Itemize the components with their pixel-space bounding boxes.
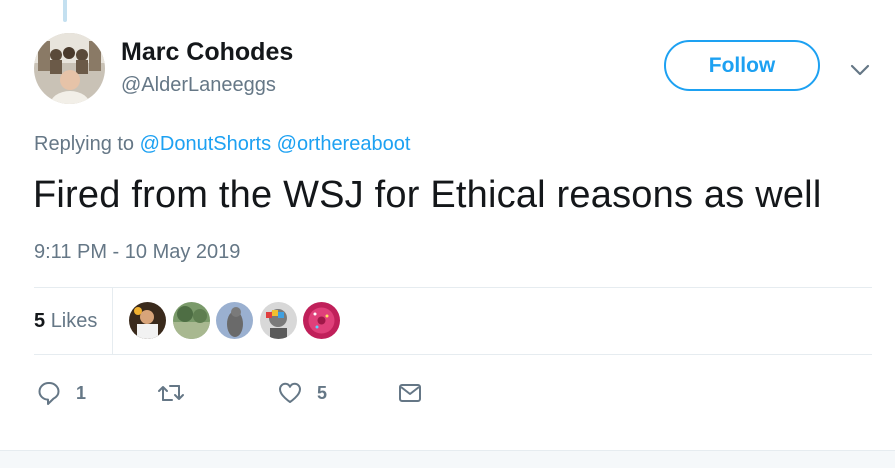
divider: [34, 354, 872, 355]
follow-button[interactable]: Follow: [664, 40, 820, 91]
likes-label: Likes: [50, 310, 98, 332]
stat-separator: [112, 288, 113, 354]
mention-link[interactable]: @orthereaboot: [277, 133, 411, 155]
heart-icon: [277, 380, 303, 406]
author-name[interactable]: Marc Cohodes: [121, 38, 293, 67]
liker-avatar[interactable]: [260, 302, 297, 339]
chevron-down-icon[interactable]: [848, 58, 872, 82]
tweet-timestamp[interactable]: 9:11 PM - 10 May 2019: [34, 241, 240, 264]
mention-link[interactable]: @DonutShorts: [140, 133, 271, 155]
liker-avatar[interactable]: [173, 302, 210, 339]
footer-bar: [0, 450, 895, 468]
like-button[interactable]: 5: [277, 379, 327, 407]
envelope-icon: [397, 380, 423, 406]
direct-message-button[interactable]: [397, 379, 423, 407]
reply-icon: [36, 380, 62, 406]
thread-connector-line: [63, 0, 67, 22]
author-handle[interactable]: @AlderLaneeggs: [121, 74, 276, 97]
like-count: 5: [317, 382, 328, 403]
replying-to-line: Replying to @DonutShorts @orthereaboot: [34, 133, 410, 156]
likes-count: 5: [34, 310, 46, 332]
replying-prefix: Replying to: [34, 133, 135, 155]
retweet-button[interactable]: [157, 379, 185, 407]
tweet-page: Marc Cohodes @AlderLaneeggs Follow Reply…: [0, 0, 895, 468]
author-avatar[interactable]: [34, 33, 105, 104]
reply-count: 1: [76, 382, 87, 403]
likes-stat[interactable]: 5 Likes: [34, 310, 97, 333]
liker-avatar[interactable]: [303, 302, 340, 339]
liker-avatar[interactable]: [216, 302, 253, 339]
reply-button[interactable]: 1: [36, 379, 86, 407]
tweet-text: Fired from the WSJ for Ethical reasons a…: [33, 174, 822, 216]
liker-avatar[interactable]: [129, 302, 166, 339]
divider: [34, 287, 872, 288]
retweet-icon: [157, 380, 185, 406]
